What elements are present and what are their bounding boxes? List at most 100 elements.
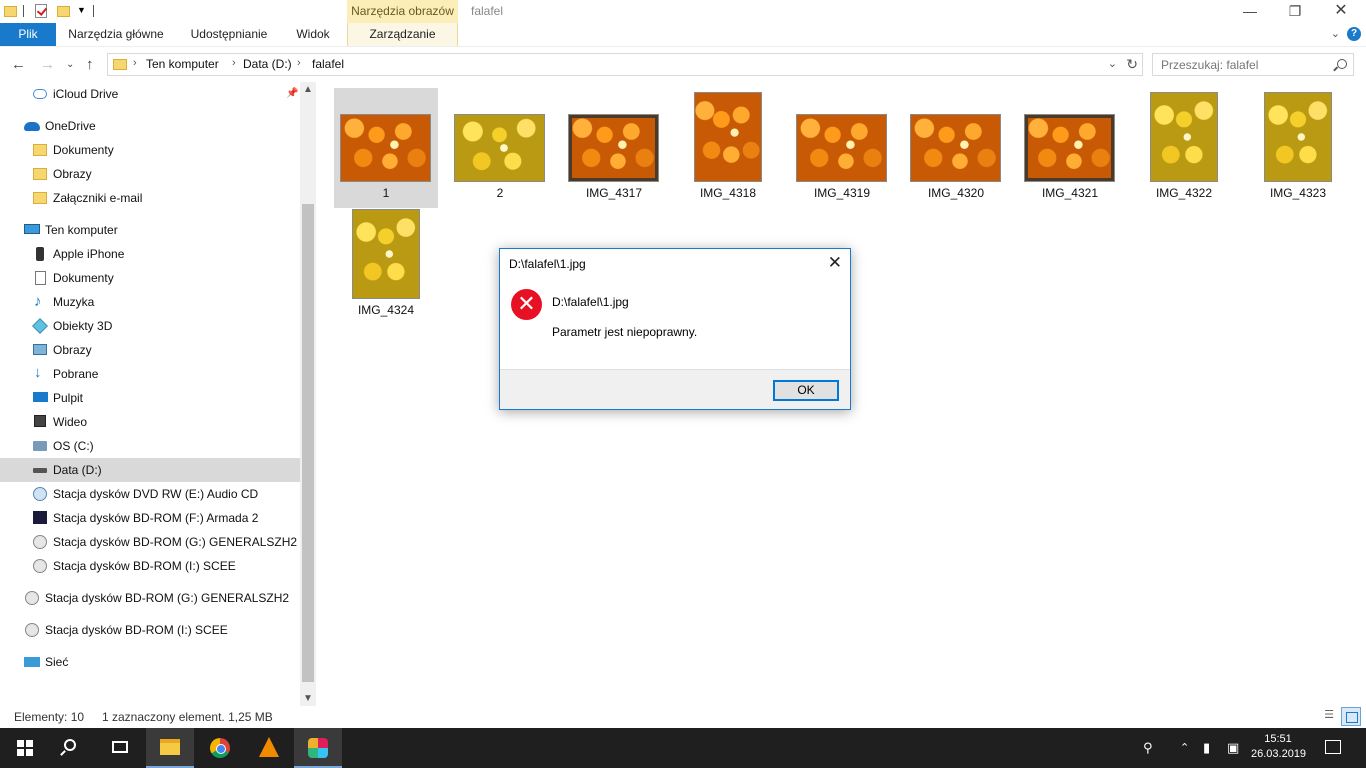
nav-item-desktop[interactable]: Pulpit (0, 386, 300, 410)
pictures-icon (33, 344, 47, 355)
start-button[interactable] (0, 728, 48, 768)
nav-item-documents[interactable]: Dokumenty (0, 266, 300, 290)
nav-item-downloads[interactable]: ↓ Pobrane (0, 362, 300, 386)
close-button[interactable]: ✕ (1318, 0, 1364, 23)
nav-item-pictures[interactable]: Obrazy (0, 338, 300, 362)
chevron-down-icon[interactable]: ⌄ (1331, 27, 1340, 40)
file-tile[interactable]: IMG_4319 (790, 88, 894, 208)
navigation-pane: iCloud Drive 📌 OneDrive Dokumenty Obrazy… (0, 82, 300, 706)
search-icon[interactable] (1337, 59, 1347, 69)
file-name: 1 (382, 186, 390, 200)
scroll-up-icon[interactable]: ▲ (303, 84, 313, 95)
image-thumbnail (694, 92, 762, 182)
file-tile[interactable]: IMG_4321 (1018, 88, 1122, 208)
minimize-button[interactable]: — (1227, 0, 1273, 23)
up-arrow-icon[interactable]: ↑ (86, 56, 94, 73)
ok-button[interactable]: OK (773, 380, 839, 401)
breadcrumb-falafel[interactable]: falafel (312, 57, 344, 71)
new-folder-icon[interactable] (57, 6, 70, 17)
file-tile[interactable]: IMG_4320 (904, 88, 1008, 208)
nav-item-data-d[interactable]: Data (D:) (0, 458, 300, 482)
scroll-down-icon[interactable]: ▼ (303, 693, 313, 704)
nav-item-bd-i[interactable]: Stacja dysków BD-ROM (I:) SCEE (0, 554, 300, 578)
battery-icon[interactable]: ▮ (1203, 740, 1210, 756)
notifications-icon[interactable] (1325, 740, 1341, 754)
file-tile[interactable]: IMG_4324 (334, 205, 438, 325)
nav-item-label: Ten komputer (45, 223, 118, 237)
file-tile[interactable]: IMG_4322 (1132, 88, 1236, 208)
file-tile[interactable]: IMG_4317 (562, 88, 666, 208)
pin-icon[interactable]: 📌 (286, 88, 298, 99)
recent-locations-chevron-icon[interactable]: ⌄ (66, 59, 74, 70)
file-tile[interactable]: IMG_4323 (1246, 88, 1350, 208)
help-icon[interactable]: ? (1347, 27, 1361, 41)
dialog-message: Parametr jest niepoprawny. (552, 325, 698, 339)
taskbar-file-explorer[interactable] (146, 728, 194, 768)
taskbar-search-button[interactable] (48, 728, 96, 768)
file-name: IMG_4320 (927, 186, 985, 200)
taskbar-slack[interactable] (294, 728, 342, 768)
back-arrow-icon[interactable]: ← (11, 56, 26, 73)
nav-item-os-c[interactable]: OS (C:) (0, 434, 300, 458)
forward-arrow-icon[interactable]: → (40, 56, 55, 73)
nav-item-3d-objects[interactable]: Obiekty 3D (0, 314, 300, 338)
image-thumbnail (340, 114, 431, 182)
file-name: IMG_4324 (357, 303, 415, 317)
file-tile[interactable]: IMG_4318 (676, 88, 780, 208)
clock[interactable]: 15:51 26.03.2019 (1251, 732, 1306, 762)
taskbar-chrome[interactable] (196, 728, 244, 768)
maximize-button[interactable]: ❐ (1272, 0, 1318, 23)
nav-item-bd-i-root[interactable]: Stacja dysków BD-ROM (I:) SCEE (0, 618, 300, 642)
chevron-right-icon[interactable]: › (133, 57, 137, 69)
nav-item-onedrive-pictures[interactable]: Obrazy (0, 162, 300, 186)
nav-item-network[interactable]: Sieć (0, 650, 300, 674)
scrollbar-thumb[interactable] (302, 204, 314, 682)
tab-home[interactable]: Narzędzia główne (62, 23, 170, 46)
taskbar-vlc[interactable] (245, 728, 293, 768)
people-icon[interactable]: ⚲ (1143, 740, 1153, 756)
nav-scrollbar[interactable]: ▲ ▼ (300, 82, 316, 706)
nav-item-onedrive[interactable]: OneDrive (0, 114, 300, 138)
nav-item-apple-iphone[interactable]: Apple iPhone (0, 242, 300, 266)
file-tile[interactable]: 2 (448, 88, 552, 208)
properties-icon[interactable] (35, 4, 47, 18)
refresh-icon[interactable]: ↻ (1126, 56, 1138, 73)
music-icon: ♪ (34, 293, 42, 310)
breadcrumb-this-pc[interactable]: Ten komputer (146, 57, 219, 71)
details-view-icon[interactable]: ☰ (1320, 708, 1338, 724)
bd-drive-icon (33, 535, 47, 549)
customize-toolbar-icon[interactable]: ▼ (77, 5, 86, 23)
large-icons-view-icon[interactable] (1341, 707, 1361, 726)
breadcrumb-data-drive[interactable]: Data (D:) (243, 57, 292, 71)
task-view-button[interactable] (96, 728, 144, 768)
nav-item-onedrive-documents[interactable]: Dokumenty (0, 138, 300, 162)
search-placeholder: Przeszukaj: falafel (1161, 58, 1259, 72)
chevron-right-icon[interactable]: › (232, 57, 236, 69)
nav-item-email-attachments[interactable]: Załączniki e-mail (0, 186, 300, 210)
nav-item-label: Obiekty 3D (53, 319, 113, 333)
tab-file[interactable]: Plik (0, 23, 56, 46)
file-tile[interactable]: 1 (334, 88, 438, 208)
nav-item-bd-g-root[interactable]: Stacja dysków BD-ROM (G:) GENERALSZH2 (0, 586, 300, 610)
desktop-icon (33, 392, 48, 402)
address-dropdown-icon[interactable]: ⌄ (1108, 57, 1117, 70)
dialog-close-icon[interactable]: ✕ (828, 253, 842, 273)
nav-item-this-pc[interactable]: Ten komputer (0, 218, 300, 242)
nav-item-icloud-drive[interactable]: iCloud Drive 📌 (0, 82, 300, 106)
tab-manage[interactable]: Zarządzanie (347, 23, 458, 46)
address-bar[interactable]: › Ten komputer › Data (D:) › falafel ⌄ ↻ (107, 53, 1143, 76)
network-icon[interactable]: ▣ (1227, 740, 1239, 756)
nav-item-bd-g[interactable]: Stacja dysków BD-ROM (G:) GENERALSZH2 (0, 530, 300, 554)
tab-share[interactable]: Udostępnianie (182, 23, 276, 46)
nav-item-videos[interactable]: Wideo (0, 410, 300, 434)
nav-item-music[interactable]: ♪ Muzyka (0, 290, 300, 314)
nav-item-label: Stacja dysków DVD RW (E:) Audio CD (53, 487, 259, 501)
image-thumbnail (1264, 92, 1332, 182)
show-hidden-icons-chevron-icon[interactable]: ⌃ (1180, 741, 1189, 754)
nav-item-bd-f[interactable]: Stacja dysków BD-ROM (F:) Armada 2 (0, 506, 300, 530)
tab-view[interactable]: Widok (288, 23, 338, 46)
nav-item-dvd-e[interactable]: Stacja dysków DVD RW (E:) Audio CD (0, 482, 300, 506)
chevron-right-icon[interactable]: › (297, 57, 301, 69)
nav-item-label: Pulpit (53, 391, 84, 405)
search-input[interactable]: Przeszukaj: falafel (1152, 53, 1354, 76)
